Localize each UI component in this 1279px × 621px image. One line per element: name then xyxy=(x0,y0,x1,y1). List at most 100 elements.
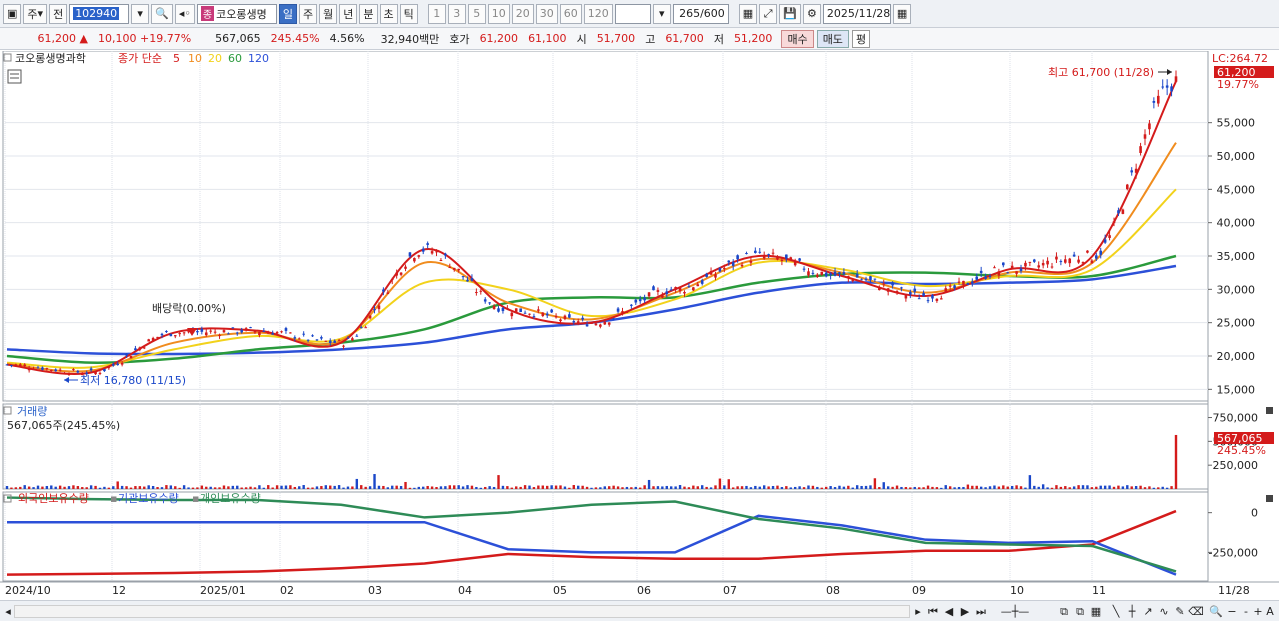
eraser-icon[interactable]: ⌫ xyxy=(1188,604,1204,619)
interval-5[interactable]: 5 xyxy=(467,3,486,24)
holding-tick-label: 0 xyxy=(1251,507,1258,520)
candle-body xyxy=(785,254,788,259)
pencil-icon[interactable]: ✎ xyxy=(1173,604,1187,619)
candle-body xyxy=(568,314,571,318)
trend-line-icon[interactable]: ╲ xyxy=(1109,604,1123,619)
window-icon[interactable]: ▣ xyxy=(3,3,22,24)
candle-body xyxy=(147,339,150,342)
search-icon[interactable]: 🔍 xyxy=(151,3,173,24)
candle-body xyxy=(975,276,979,280)
code-dropdown-icon[interactable]: ▾ xyxy=(131,3,150,24)
candle-body xyxy=(731,262,735,266)
stock-name-field[interactable]: 종 코오롱생명 xyxy=(196,3,277,24)
calendar-icon[interactable]: ▦ xyxy=(892,3,912,24)
period-week[interactable]: 주 xyxy=(299,3,318,24)
interval-60[interactable]: 60 xyxy=(559,3,582,24)
candle-body xyxy=(439,259,443,261)
volume-bar xyxy=(1095,486,1098,489)
volume-bar xyxy=(249,486,252,489)
prev-button[interactable]: 전 xyxy=(49,3,68,24)
save-icon[interactable]: 💾 xyxy=(779,3,801,24)
cross-line-icon[interactable]: ┼ xyxy=(1125,604,1139,619)
zoom-out-icon[interactable]: − xyxy=(1226,604,1238,619)
volume-bar xyxy=(174,486,177,489)
volume-bar xyxy=(112,486,115,489)
gear-icon[interactable]: ⚙ xyxy=(802,3,821,24)
candle-body xyxy=(1121,209,1125,214)
horizontal-scrollbar[interactable] xyxy=(14,605,910,618)
wave-icon[interactable]: ∿ xyxy=(1157,604,1171,619)
zoom-slider[interactable]: —┼— xyxy=(985,604,1045,619)
holdings-close-icon[interactable] xyxy=(1266,495,1273,502)
candle-body xyxy=(727,260,731,263)
period-year[interactable]: 년 xyxy=(339,3,358,24)
candle-body xyxy=(740,264,744,267)
price-tick-label: 30,000 xyxy=(1217,283,1256,296)
volume-bar xyxy=(829,486,832,489)
volume-bar xyxy=(1059,486,1063,489)
zoom-in-icon[interactable]: + xyxy=(1252,604,1264,619)
candle-body xyxy=(1015,271,1018,274)
period-second[interactable]: 초 xyxy=(379,3,398,24)
candle-body xyxy=(1165,85,1169,88)
high-annotation: 최고 61,700 (11/28) xyxy=(1048,66,1154,79)
x-tick-label: 07 xyxy=(723,584,737,597)
compare-icon[interactable]: ⤢ xyxy=(759,3,778,24)
stock-code-input[interactable]: 102940 xyxy=(69,3,130,24)
period-month[interactable]: 월 xyxy=(319,3,338,24)
volume-bar xyxy=(196,487,199,489)
scroll-left-icon[interactable]: ◂ xyxy=(2,604,14,619)
date-input[interactable]: 2025/11/28 xyxy=(822,3,891,24)
interval-dropdown-icon[interactable]: ▾ xyxy=(652,3,671,24)
play-icon[interactable]: ▶ xyxy=(958,604,972,619)
layout-icon[interactable]: ⧉ xyxy=(1057,604,1071,619)
interval-30[interactable]: 30 xyxy=(535,3,558,24)
period-tick[interactable]: 틱 xyxy=(399,3,418,24)
interval-120[interactable]: 120 xyxy=(583,3,613,24)
period-day[interactable]: 일 xyxy=(278,3,298,24)
volume-bar xyxy=(479,487,482,489)
candle-body xyxy=(138,347,142,350)
volume-bar xyxy=(860,485,863,489)
volume-bar xyxy=(568,487,571,489)
grid-icon[interactable]: ▦ xyxy=(1089,604,1103,619)
speaker-icon[interactable]: ◂◦ xyxy=(174,3,195,24)
candle-body xyxy=(519,308,522,313)
buy-button[interactable]: 매수 xyxy=(781,29,814,48)
candle-body xyxy=(475,292,478,294)
volume-bar xyxy=(475,486,478,489)
x-tick-label: 2024/10 xyxy=(5,584,51,597)
interval-10[interactable]: 10 xyxy=(487,3,510,24)
zoom-search-icon[interactable]: 🔍 xyxy=(1209,604,1223,619)
volume-bar xyxy=(484,486,487,489)
volume-bar xyxy=(975,485,978,489)
candle-body xyxy=(776,257,779,260)
interval-20[interactable]: 20 xyxy=(511,3,534,24)
font-size-icon[interactable]: A xyxy=(1264,604,1276,619)
volume-close-icon[interactable] xyxy=(1266,407,1273,414)
scroll-right-icon[interactable]: ▸ xyxy=(912,604,924,619)
interval-1[interactable]: 1 xyxy=(427,3,446,24)
data-table-icon[interactable] xyxy=(7,69,22,84)
sell-button[interactable]: 매도 xyxy=(816,29,849,48)
period-minute[interactable]: 분 xyxy=(359,3,378,24)
chart-settings-icon[interactable]: ▦ xyxy=(738,3,758,24)
prev-page-icon[interactable]: ◀ xyxy=(942,604,956,619)
x-tick-end: 11/28 xyxy=(1218,584,1250,597)
market-select[interactable]: 주 ▾ xyxy=(23,3,48,24)
interval-3[interactable]: 3 xyxy=(447,3,466,24)
x-tick-label: 04 xyxy=(458,584,472,597)
candle-body xyxy=(603,321,607,325)
candle-body xyxy=(559,319,562,322)
interval-custom-input[interactable] xyxy=(614,3,651,24)
ray-line-icon[interactable]: ↗ xyxy=(1141,604,1155,619)
candle-body xyxy=(240,329,243,333)
stock-chart[interactable]: 15,000 20,000 25,000 30,000 35,000 40,000 45,0… xyxy=(0,50,1279,601)
volume-bar xyxy=(205,486,208,489)
chart-area[interactable]: 15,000 20,000 25,000 30,000 35,000 40,000 45,0… xyxy=(0,50,1279,601)
avg-button[interactable]: 평 xyxy=(851,29,871,48)
period-label: 일 xyxy=(282,7,294,21)
bar-count-field[interactable]: 265/600 xyxy=(672,3,729,24)
first-page-icon[interactable]: ⏮ xyxy=(926,604,940,619)
compare-chart-icon[interactable]: ⧉ xyxy=(1073,604,1087,619)
